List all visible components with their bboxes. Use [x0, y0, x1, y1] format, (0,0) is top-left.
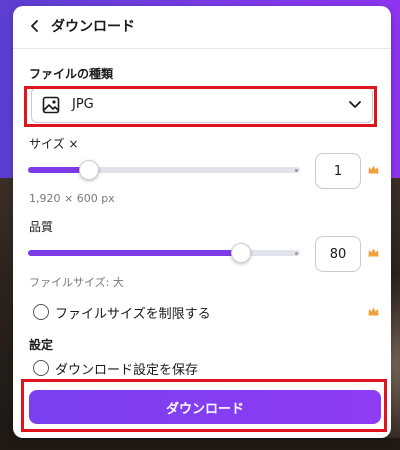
size-slider-handle[interactable] [78, 160, 99, 180]
panel-header: ダウンロード [13, 6, 391, 49]
save-settings-checkbox[interactable] [33, 360, 49, 376]
quality-input[interactable]: 80 [315, 236, 361, 272]
settings-label: 設定 [29, 338, 54, 352]
size-label: サイズ × [29, 137, 79, 151]
size-dimensions: 1,920 × 600 px [29, 192, 115, 205]
file-type-highlight [24, 86, 377, 127]
file-size-label: ファイルサイズ: 大 [29, 276, 124, 289]
size-slider[interactable] [28, 160, 300, 180]
crown-icon [368, 248, 379, 257]
quality-label: 品質 [29, 220, 54, 234]
quality-slider[interactable] [28, 243, 300, 263]
limit-file-size-label[interactable]: ファイルサイズを制限する [55, 303, 211, 322]
quality-slider-handle[interactable] [231, 243, 252, 263]
save-settings-label[interactable]: ダウンロード設定を保存 [55, 359, 198, 378]
download-button-highlight [21, 379, 387, 432]
panel-title: ダウンロード [51, 19, 135, 35]
file-type-label: ファイルの種類 [29, 67, 114, 81]
back-button[interactable] [25, 16, 45, 36]
limit-file-size-checkbox[interactable] [33, 304, 49, 320]
size-input[interactable]: 1 [315, 153, 361, 189]
slider-end-dot [295, 252, 298, 255]
chevron-left-icon [31, 20, 38, 32]
slider-fill [28, 250, 241, 256]
slider-end-dot [295, 169, 298, 172]
crown-icon [368, 165, 379, 174]
crown-icon [368, 307, 379, 316]
download-panel: ダウンロード ファイルの種類 JPG サイズ × 1 1,920 × 600 p… [13, 6, 391, 438]
